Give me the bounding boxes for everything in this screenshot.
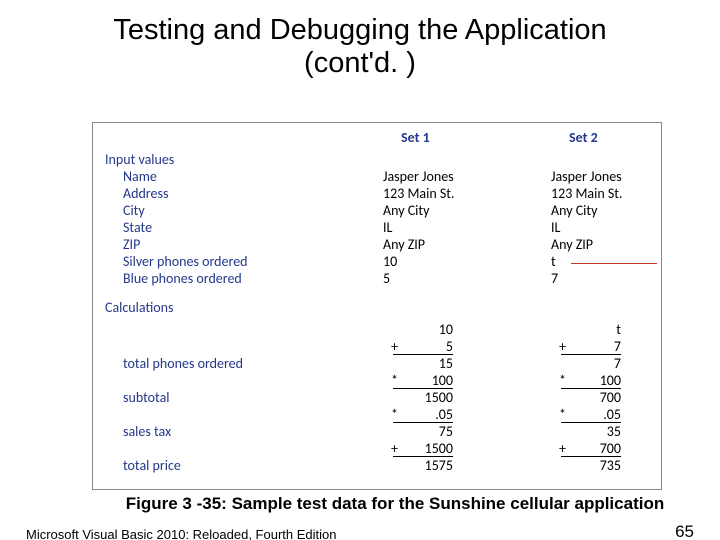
slide: Testing and Debugging the Application (c… [0, 14, 720, 540]
name-s1: Jasper Jones [383, 170, 454, 184]
silver-s2: t [551, 255, 556, 269]
calc-tot-s2: 7 [561, 357, 621, 371]
calc-label-sales-tax: sales tax [123, 425, 171, 439]
title-line-2: (cont'd. ) [0, 47, 720, 80]
calc-sub-s1: 1500 [393, 391, 453, 405]
calc-rate-s2: .05 [561, 408, 621, 423]
figure-caption: Figure 3 -35: Sample test data for the S… [115, 494, 675, 514]
city-s1: Any City [383, 204, 429, 218]
city-s2: Any City [551, 204, 597, 218]
calc-add-s2: 700 [561, 442, 621, 457]
calc-sub-s2: 700 [561, 391, 621, 405]
row-label-address: Address [123, 187, 168, 201]
title-line-1: Testing and Debugging the Application [0, 14, 720, 47]
zip-s1: Any ZIP [383, 238, 425, 252]
calc-label-total-phones: total phones ordered [123, 357, 243, 371]
address-s2: 123 Main St. [551, 187, 623, 201]
silver-s1: 10 [383, 255, 397, 269]
calc-mul-s1: 100 [393, 374, 453, 389]
state-s1: IL [383, 221, 392, 235]
header-set2: Set 2 [569, 131, 598, 145]
figure-box: Set 1 Set 2 Input values Name Address Ci… [92, 122, 662, 490]
calc-label-subtotal: subtotal [123, 391, 170, 405]
blue-s2: 7 [551, 272, 558, 286]
calc-a-s2: t [561, 323, 621, 337]
error-highlight-line [571, 263, 657, 264]
footer-page-number: 65 [675, 522, 694, 540]
calc-mul-s2: 100 [561, 374, 621, 389]
row-label-state: State [123, 221, 152, 235]
row-label-city: City [123, 204, 145, 218]
calc-tot-s1: 15 [393, 357, 453, 371]
calc-b-s1: 5 [393, 340, 453, 355]
address-s1: 123 Main St. [383, 187, 455, 201]
calc-b-s2: 7 [561, 340, 621, 355]
row-label-blue: Blue phones ordered [123, 272, 242, 286]
name-s2: Jasper Jones [551, 170, 622, 184]
calc-a-s1: 10 [393, 323, 453, 337]
calc-tax-s1: 75 [393, 425, 453, 439]
zip-s2: Any ZIP [551, 238, 593, 252]
row-label-name: Name [123, 170, 157, 184]
calc-tp-s1: 1575 [393, 459, 453, 473]
state-s2: IL [551, 221, 560, 235]
calc-label-total-price: total price [123, 459, 181, 473]
row-label-silver: Silver phones ordered [123, 255, 248, 269]
page-title: Testing and Debugging the Application (c… [0, 14, 720, 81]
row-label-zip: ZIP [123, 238, 140, 252]
calc-rate-s1: .05 [393, 408, 453, 423]
section-input-values: Input values [105, 153, 174, 167]
calc-tp-s2: 735 [561, 459, 621, 473]
calc-tax-s2: 35 [561, 425, 621, 439]
footer-book-title: Microsoft Visual Basic 2010: Reloaded, F… [26, 527, 336, 540]
calc-add-s1: 1500 [393, 442, 453, 457]
section-calculations: Calculations [105, 301, 173, 315]
header-set1: Set 1 [401, 131, 430, 145]
blue-s1: 5 [383, 272, 390, 286]
